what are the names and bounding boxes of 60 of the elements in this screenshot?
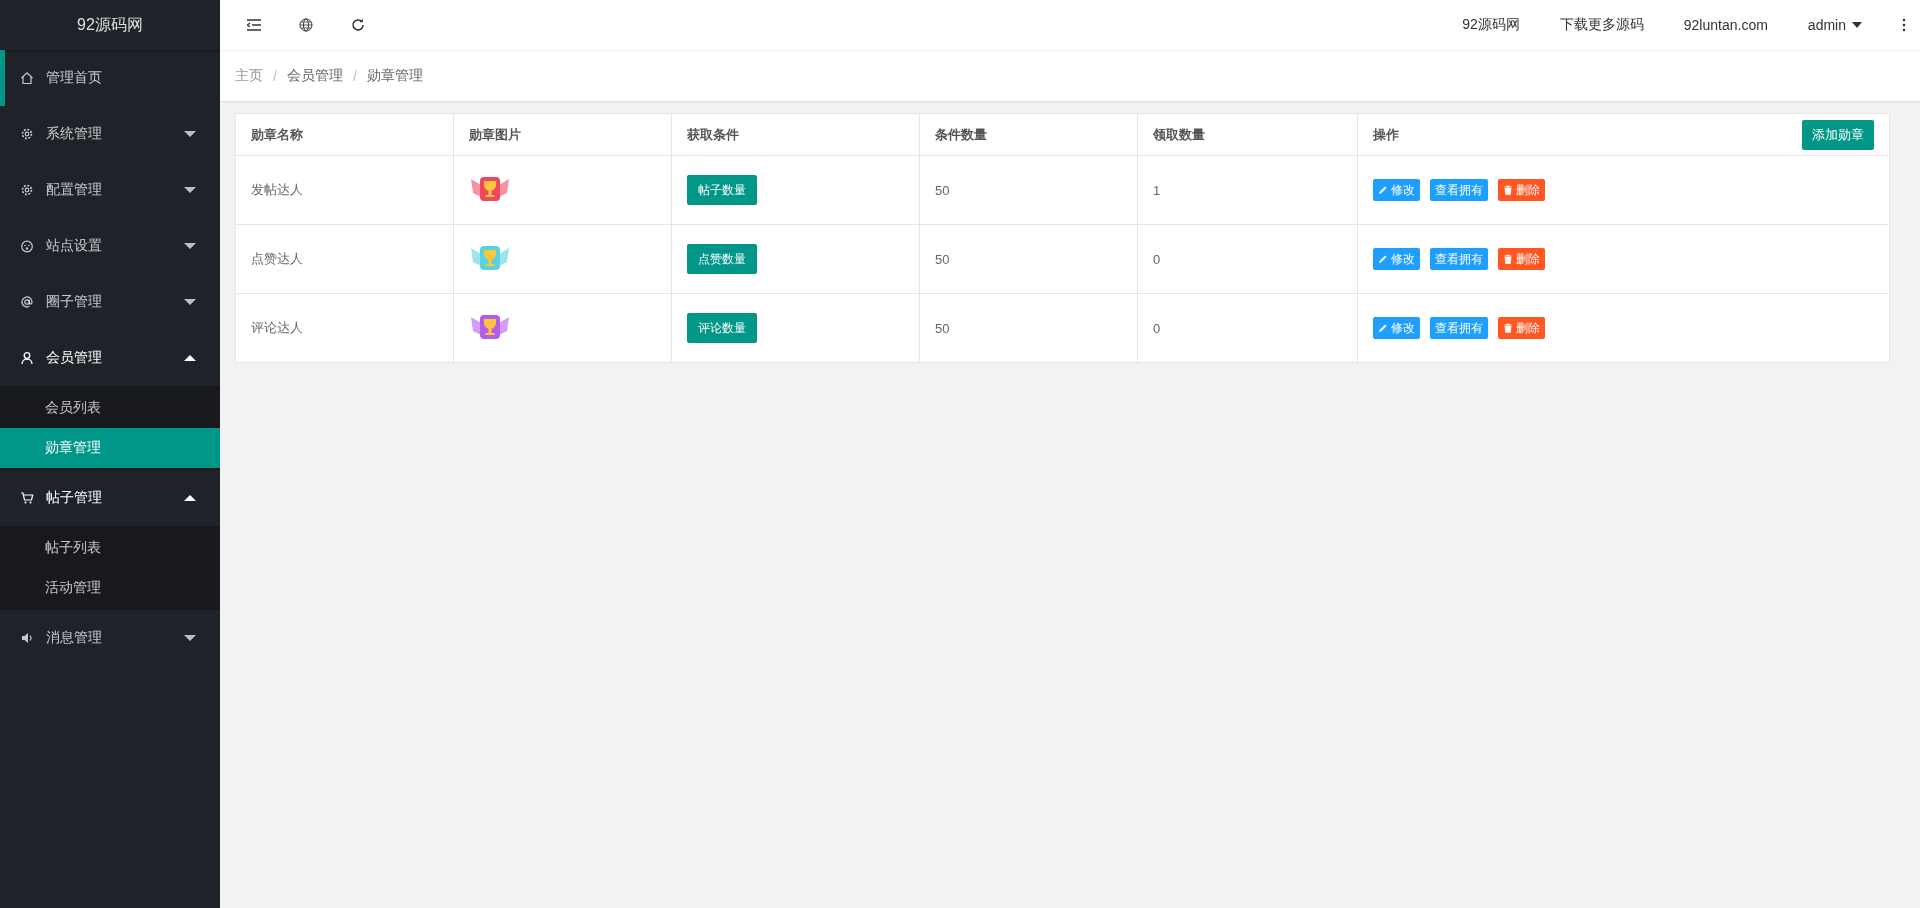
table-cell: 50 xyxy=(919,155,1138,225)
globe-icon[interactable] xyxy=(296,15,316,35)
sidebar-item[interactable]: 系统管理 xyxy=(0,106,220,162)
delete-button[interactable]: 删除 xyxy=(1498,248,1545,270)
submenu-item[interactable]: 会员列表 xyxy=(0,388,220,428)
breadcrumb-separator: / xyxy=(273,68,277,84)
settings-icon xyxy=(20,127,34,141)
user-menu[interactable]: admin xyxy=(1807,17,1846,33)
sidebar-item[interactable]: 站点设置 xyxy=(0,218,220,274)
sidebar-item[interactable]: 会员管理 xyxy=(0,330,220,386)
sidebar-item[interactable]: 消息管理 xyxy=(0,610,220,666)
submenu-item[interactable]: 活动管理 xyxy=(0,568,220,608)
table-cell: 50 xyxy=(919,293,1138,363)
breadcrumb-link[interactable]: 勋章管理 xyxy=(366,67,423,85)
condition-tag[interactable]: 评论数量 xyxy=(687,313,757,343)
speaker-icon xyxy=(20,631,34,645)
sidebar-item[interactable]: 圈子管理 xyxy=(0,274,220,330)
table-cell: 点赞达人 xyxy=(235,224,454,294)
caret-icon xyxy=(1852,22,1862,28)
table-cell: 0 xyxy=(1137,293,1358,363)
column-header: 勋章图片 xyxy=(453,113,672,156)
sidebar-item[interactable]: 帖子管理 xyxy=(0,470,220,526)
site-logo: 92源码网 xyxy=(0,0,220,50)
user-icon xyxy=(20,351,34,365)
column-header: 领取数量 xyxy=(1137,113,1358,156)
add-medal-button[interactable]: 添加勋章 xyxy=(1802,119,1874,150)
column-header: 勋章名称 xyxy=(235,113,454,156)
header-link[interactable]: 下载更多源码 xyxy=(1559,16,1644,34)
face-icon xyxy=(20,239,34,253)
trash-icon xyxy=(1503,254,1513,264)
table-cell: 发帖达人 xyxy=(235,155,454,225)
submenu-item[interactable]: 帖子列表 xyxy=(0,528,220,568)
pencil-icon xyxy=(1378,185,1388,195)
column-header: 条件数量 xyxy=(919,113,1138,156)
table-cell: 评论达人 xyxy=(235,293,454,363)
table-cell: 0 xyxy=(1137,224,1358,294)
header-link[interactable]: 92luntan.com xyxy=(1683,17,1768,33)
condition-tag[interactable]: 点赞数量 xyxy=(687,244,757,274)
condition-tag[interactable]: 帖子数量 xyxy=(687,175,757,205)
breadcrumb-link[interactable]: 会员管理 xyxy=(286,67,343,85)
delete-button[interactable]: 删除 xyxy=(1498,317,1545,339)
cart-icon xyxy=(20,491,34,505)
table-cell: 1 xyxy=(1137,155,1358,225)
pencil-icon xyxy=(1378,254,1388,264)
column-header: 获取条件 xyxy=(671,113,920,156)
sidebar-item[interactable]: 管理首页 xyxy=(0,50,220,106)
trash-icon xyxy=(1503,185,1513,195)
trash-icon xyxy=(1503,323,1513,333)
pencil-icon xyxy=(1378,323,1388,333)
submenu-item[interactable]: 勋章管理 xyxy=(0,428,220,468)
delete-button[interactable]: 删除 xyxy=(1498,179,1545,201)
table-cell: 50 xyxy=(919,224,1138,294)
settings-icon xyxy=(20,183,34,197)
at-sign-icon xyxy=(20,295,34,309)
sidebar-item[interactable]: 配置管理 xyxy=(0,162,220,218)
breadcrumb-separator: / xyxy=(352,68,357,84)
more-icon[interactable] xyxy=(1902,18,1906,32)
home-icon xyxy=(20,71,34,85)
header-link[interactable]: 92源码网 xyxy=(1462,16,1520,34)
column-header: 操作 xyxy=(1373,125,1399,144)
